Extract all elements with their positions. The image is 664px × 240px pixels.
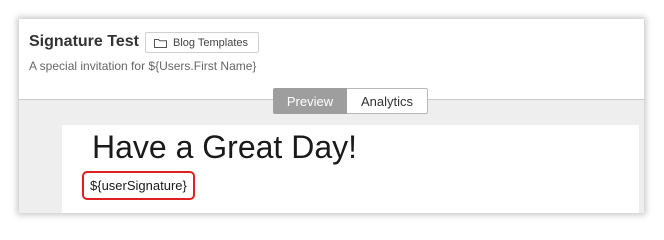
template-subtitle: A special invitation for ${Users.First N…	[29, 59, 257, 73]
tab-preview[interactable]: Preview	[273, 88, 347, 114]
folder-icon	[154, 38, 167, 48]
email-template-panel: Signature Test Blog Templates A special …	[19, 19, 644, 213]
view-tabs: Preview Analytics	[273, 88, 428, 114]
folder-label: Blog Templates	[173, 36, 249, 49]
tab-analytics[interactable]: Analytics	[347, 88, 428, 114]
email-greeting-heading: Have a Great Day!	[92, 129, 357, 165]
template-title: Signature Test	[29, 33, 139, 50]
signature-token-text: ${userSignature}	[90, 178, 187, 193]
folder-badge[interactable]: Blog Templates	[145, 32, 260, 53]
user-signature-token: ${userSignature}	[82, 171, 195, 200]
email-preview-card: Have a Great Day! ${userSignature}	[62, 125, 639, 213]
